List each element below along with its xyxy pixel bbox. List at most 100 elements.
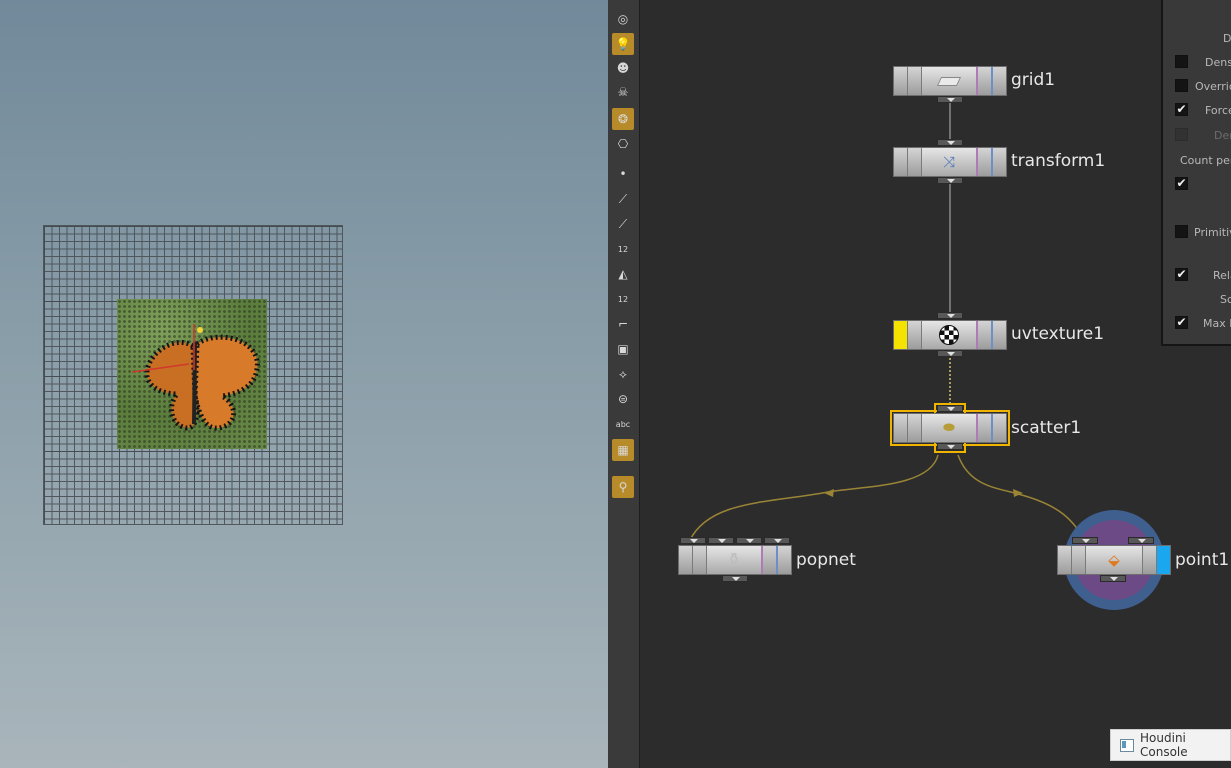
- edge-icon[interactable]: ⌐: [612, 313, 634, 335]
- prim-icon[interactable]: ◭: [612, 263, 634, 285]
- node-label: uvtexture1: [1011, 324, 1105, 344]
- tool-glyph: •: [619, 167, 627, 181]
- tool-glyph: ☠: [617, 85, 629, 99]
- camera-icon[interactable]: ⎔: [612, 133, 634, 155]
- tool-glyph: ⚲: [618, 480, 628, 494]
- checker-icon: [939, 325, 959, 345]
- butterfly-icon: [131, 324, 260, 431]
- tool-glyph: ⟋: [618, 191, 628, 206]
- node-label: grid1: [1011, 70, 1056, 90]
- brush-icon[interactable]: ⟋: [612, 188, 634, 210]
- point-sop-icon: ⬙: [1108, 551, 1120, 569]
- param-label: Max F: [1203, 317, 1231, 330]
- param-checkbox[interactable]: [1175, 225, 1188, 238]
- param-checkbox[interactable]: ✔: [1175, 268, 1188, 281]
- node-point1[interactable]: ⬙: [1057, 545, 1171, 575]
- output-port[interactable]: [937, 96, 963, 103]
- tool-glyph: 12: [617, 244, 629, 254]
- param-row: Sc: [1163, 291, 1231, 309]
- input-port[interactable]: [680, 537, 706, 544]
- prim-number-icon[interactable]: 12: [612, 288, 634, 310]
- param-row: ✔ Force: [1163, 102, 1231, 120]
- houdini-console-window[interactable]: Houdini Console: [1110, 729, 1231, 761]
- node-uvtexture1[interactable]: [893, 320, 1007, 350]
- parameter-panel: D Dens Overric ✔ Force Den Count per ✔ Primitiv ✔…: [1161, 0, 1231, 346]
- select-box-icon[interactable]: ▣: [612, 338, 634, 360]
- tool-glyph: ❂: [617, 112, 629, 126]
- normal-icon[interactable]: ⟡: [612, 363, 634, 385]
- light-dot-icon[interactable]: ☻: [612, 57, 634, 79]
- console-title: Houdini Console: [1140, 731, 1188, 759]
- network-wires: [689, 101, 1086, 542]
- display-flag[interactable]: [1156, 546, 1170, 574]
- tool-glyph: ▣: [617, 342, 629, 356]
- node-label: transform1: [1011, 151, 1106, 171]
- tool-glyph: abc: [615, 419, 631, 429]
- param-checkbox[interactable]: ✔: [1175, 316, 1188, 329]
- output-port[interactable]: [937, 443, 963, 450]
- tool-glyph: ☻: [616, 61, 630, 75]
- input-port[interactable]: [1072, 537, 1098, 544]
- pop-icon: ⚱: [726, 550, 742, 570]
- tool-glyph: ◎: [617, 12, 629, 26]
- output-port[interactable]: [937, 177, 963, 184]
- tool-glyph: ▦: [617, 443, 629, 457]
- pen-icon[interactable]: ⟋: [612, 213, 634, 235]
- input-port[interactable]: [937, 312, 963, 319]
- text-icon[interactable]: abc: [612, 413, 634, 435]
- param-row: Primitiv: [1163, 224, 1231, 242]
- node-popnet[interactable]: ⚱: [678, 545, 792, 575]
- light-icon[interactable]: 💡: [612, 33, 634, 55]
- input-port[interactable]: [708, 537, 734, 544]
- output-port[interactable]: [722, 575, 748, 582]
- output-port[interactable]: [1100, 575, 1126, 582]
- tool-glyph: ⎔: [617, 137, 629, 151]
- sphere-icon[interactable]: ◎: [612, 8, 634, 30]
- uv-icon[interactable]: ⊜: [612, 388, 634, 410]
- console-window-icon: [1120, 738, 1135, 752]
- pin-icon[interactable]: ⚲: [612, 476, 634, 498]
- node-label: popnet: [796, 550, 856, 570]
- param-checkbox[interactable]: ✔: [1175, 103, 1188, 116]
- param-checkbox[interactable]: [1175, 128, 1188, 141]
- shade-icon[interactable]: ❂: [612, 108, 634, 130]
- output-port[interactable]: [937, 350, 963, 357]
- param-row: Overric: [1163, 78, 1231, 96]
- scatter-icon: ⬬: [943, 420, 955, 436]
- tool-glyph: ◭: [618, 267, 628, 281]
- input-port[interactable]: [937, 405, 963, 412]
- param-row: Den: [1163, 127, 1231, 145]
- skull-light-icon[interactable]: ☠: [612, 81, 634, 103]
- butterfly-texture: [117, 299, 267, 449]
- param-checkbox[interactable]: [1175, 55, 1188, 68]
- input-port[interactable]: [937, 139, 963, 146]
- param-checkbox[interactable]: [1175, 79, 1188, 92]
- param-label: Sc: [1220, 293, 1231, 306]
- param-label: Count per: [1180, 154, 1231, 167]
- tool-glyph: ⟡: [619, 366, 627, 381]
- param-row: Dens: [1163, 54, 1231, 72]
- input-port[interactable]: [764, 537, 790, 544]
- tool-glyph: ⌐: [617, 317, 629, 331]
- node-scatter1[interactable]: ⬬: [893, 413, 1007, 443]
- param-row: D: [1163, 30, 1231, 48]
- template-flag[interactable]: [894, 321, 908, 349]
- tool-glyph: 12: [617, 294, 629, 304]
- tool-glyph: 💡: [615, 37, 631, 51]
- point-number-icon[interactable]: 12: [612, 238, 634, 260]
- input-port[interactable]: [736, 537, 762, 544]
- param-row: ✔ Rela: [1163, 267, 1231, 285]
- node-grid1[interactable]: [893, 66, 1007, 96]
- param-row: ✔: [1163, 176, 1231, 194]
- param-label: Force: [1205, 104, 1231, 117]
- param-checkbox[interactable]: ✔: [1175, 177, 1188, 190]
- param-label: Overric: [1195, 80, 1231, 93]
- network-editor[interactable]: grid1 ⤨ transform1 uvtexture1 ⬬ scatter1…: [640, 0, 1231, 768]
- scene-viewport[interactable]: [0, 0, 608, 768]
- node-label: scatter1: [1011, 418, 1082, 438]
- node-transform1[interactable]: ⤨: [893, 147, 1007, 177]
- input-port[interactable]: [1128, 537, 1154, 544]
- image-icon[interactable]: ▦: [612, 439, 634, 461]
- transform-icon: ⤨: [942, 153, 955, 171]
- point-icon[interactable]: •: [612, 163, 634, 185]
